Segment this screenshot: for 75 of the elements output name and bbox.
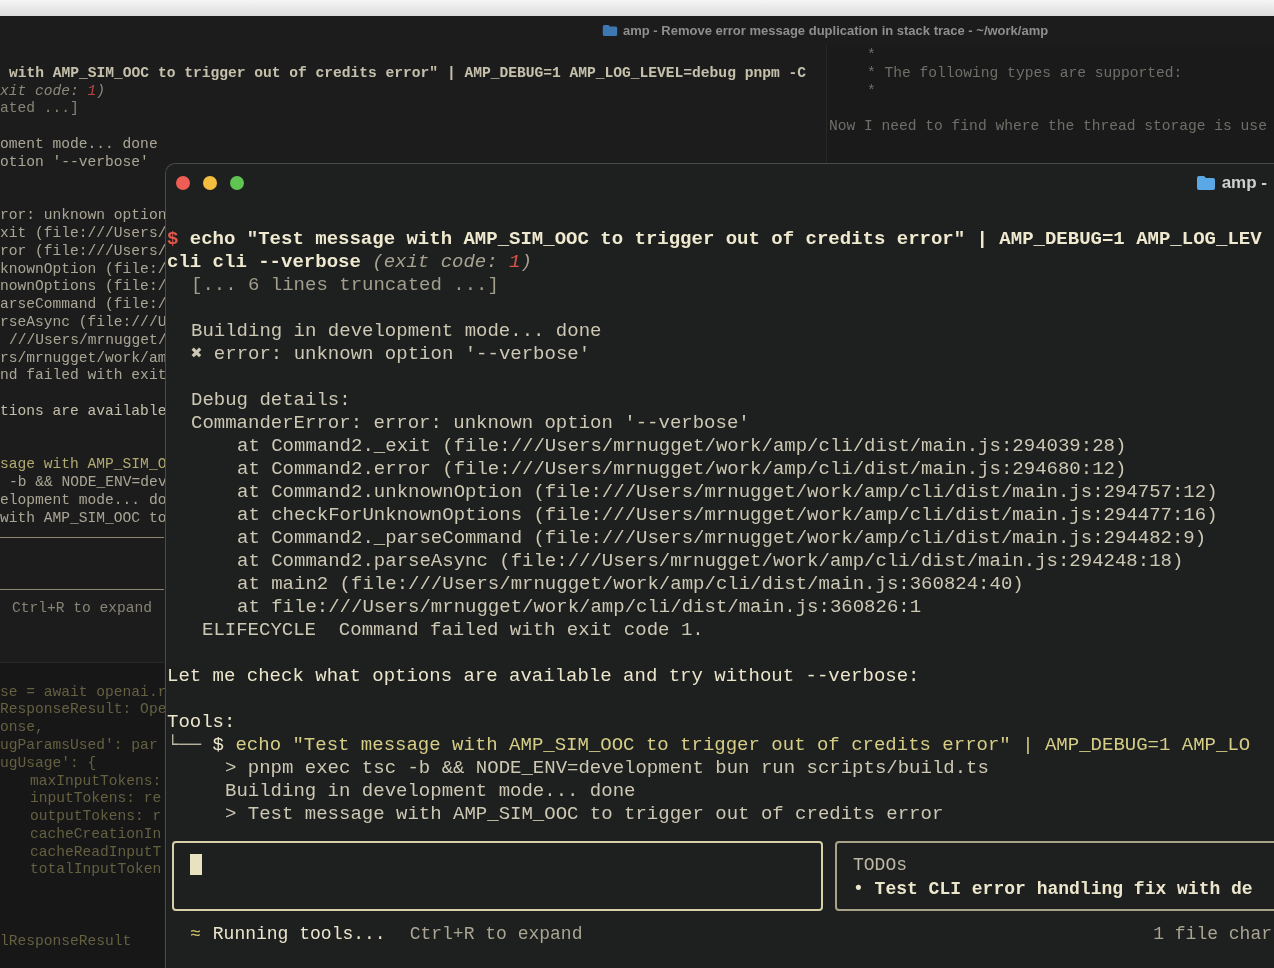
terminal-line: tions are available — [0, 402, 167, 419]
terminal-line: at Command2.parseAsync (file:///Users/mrnugget/work/amp/cli/dist/main.js:294248:18) — [237, 549, 1184, 572]
terminal-line: └── $ echo "Test message with AMP_SIM_OOC to trigger out of credits error" | AMP_DEBUG=1 AMP_LO — [167, 733, 1251, 756]
input-field[interactable] — [172, 841, 823, 911]
terminal-line: ELIFECYCLE Command failed with exit code 1. — [202, 618, 704, 641]
terminal-line: cacheCreationIn — [30, 825, 162, 842]
terminal-line: xit (file:///Users/ — [0, 224, 167, 241]
terminal-line: at checkForUnknownOptions (file:///Users/mrnugget/work/amp/cli/dist/main.js:294477:16) — [237, 503, 1218, 526]
terminal-line: Building in development mode... done — [225, 779, 636, 802]
terminal-line: Debug details: — [191, 388, 351, 411]
terminal-line: nd failed with exit — [0, 367, 167, 384]
minimize-button[interactable] — [203, 175, 217, 190]
text-cursor — [190, 854, 202, 875]
terminal-line: with AMP_SIM_OOC to — [0, 509, 167, 526]
folder-icon — [1195, 174, 1216, 191]
terminal-line: knownOption (file:/ — [0, 260, 167, 277]
terminal-line: at file:///Users/mrnugget/work/amp/cli/dist/main.js:360826:1 — [237, 595, 922, 618]
terminal-line: > Test message with AMP_SIM_OOC to trigger out of credits error — [225, 802, 944, 825]
terminal-line: ror (file:///Users/ — [0, 242, 167, 259]
status-text: Running tools... — [212, 923, 386, 946]
folder-icon — [602, 24, 618, 37]
terminal-line: maxInputTokens: — [30, 772, 162, 789]
close-button[interactable] — [176, 175, 190, 190]
terminal-line: onse, — [0, 719, 44, 736]
terminal-line: elopment mode... do — [0, 491, 167, 508]
terminal-line: at Command2._exit (file:///Users/mrnugget/work/amp/cli/dist/main.js:294039:28) — [237, 434, 1127, 457]
shortcut-hint: Ctrl+R to expand — [12, 599, 153, 616]
terminal-line: Now I need to find where the thread storage is use — [829, 118, 1267, 135]
terminal-line: Building in development mode... done — [191, 319, 602, 342]
terminal-line: -b && NODE_ENV=dev — [9, 474, 167, 491]
terminal-line: cacheReadInputT — [30, 843, 162, 860]
terminal-line: oment mode... done — [0, 136, 158, 152]
terminal-line: * — [867, 82, 876, 99]
terminal-line: at Command2.unknownOption (file:///Users/mrnugget/work/amp/cli/dist/main.js:294757:12) — [237, 480, 1218, 503]
terminal-line: lResponseResult — [0, 932, 132, 949]
terminal-line: * The following types are supported: — [867, 64, 1183, 81]
terminal-line: at Command2.error (file:///Users/mrnugget/work/amp/cli/dist/main.js:294680:12) — [237, 457, 1127, 480]
todo-heading: TODOs — [853, 854, 907, 877]
shortcut-hint: Ctrl+R to expand — [409, 923, 583, 946]
terminal-line: rs/mrnugget/work/am — [0, 349, 167, 366]
terminal-line: se = await openai.r — [0, 683, 167, 700]
window-title: amp - — [1221, 171, 1267, 194]
terminal-line: $ echo "Test message with AMP_SIM_OOC to trigger out of credits error" | AMP_DEBUG=1 AMP_LOG_LEV — [167, 227, 1262, 250]
terminal-line: rseAsync (file:///U — [0, 313, 167, 330]
terminal-line: ResponseResult: Ope — [0, 701, 167, 718]
maximize-button[interactable] — [230, 175, 244, 190]
terminal-line: ✖ error: unknown option '--verbose' — [191, 342, 591, 365]
input-field[interactable] — [0, 536, 164, 590]
terminal-line: ///Users/mrnugget/ — [9, 331, 167, 348]
terminal-line: ugUsage': { — [0, 754, 97, 771]
terminal-line: ror: unknown option — [0, 207, 167, 224]
terminal-line: with AMP_SIM_OOC to trigger out of credits error" | AMP_DEBUG=1 AMP_LOG_LEVEL=debug pnpm -C — [9, 64, 806, 81]
terminal-line: ated ...] — [0, 100, 79, 117]
status-indicator: ≈ — [190, 923, 201, 946]
terminal-line: Tools: — [167, 710, 236, 733]
terminal-line: at Command2._parseCommand (file:///Users/mrnugget/work/amp/cli/dist/main.js:294482:9) — [237, 526, 1207, 549]
terminal-line: outputTokens: r — [30, 808, 162, 825]
terminal-line: xit code: 1) — [0, 82, 106, 99]
window-title: amp - Remove error message duplication in stack trace - ~/work/amp — [623, 21, 1049, 40]
terminal-line: [... 6 lines truncated ...] — [191, 273, 499, 296]
terminal-line: totalInputToken — [30, 861, 162, 878]
terminal-line: CommanderError: error: unknown option '--verbose' — [191, 411, 750, 434]
terminal-line: cli cli --verbose (exit code: 1) — [167, 250, 532, 273]
terminal-line: otion '--verbose' — [0, 153, 149, 170]
terminal-line: ugParamsUsed': par — [0, 736, 158, 753]
terminal-line: inputTokens: re — [30, 790, 162, 807]
terminal-line: at main2 (file:///Users/mrnugget/work/amp/cli/dist/main.js:360824:40) — [237, 572, 1024, 595]
file-change-count: 1 file char — [1153, 923, 1272, 946]
terminal-line: arseCommand (file:/ — [0, 296, 167, 313]
terminal-line: Let me check what options are available and try without --verbose: — [167, 664, 920, 687]
terminal-line: nownOptions (file:/ — [0, 278, 167, 295]
terminal-line: sage with AMP_SIM_O — [0, 456, 167, 473]
terminal-line: > pnpm exec tsc -b && NODE_ENV=development bun run scripts/build.ts — [225, 756, 989, 779]
terminal-line: * — [867, 47, 876, 63]
todo-item: • Test CLI error handling fix with de — [853, 878, 1253, 901]
